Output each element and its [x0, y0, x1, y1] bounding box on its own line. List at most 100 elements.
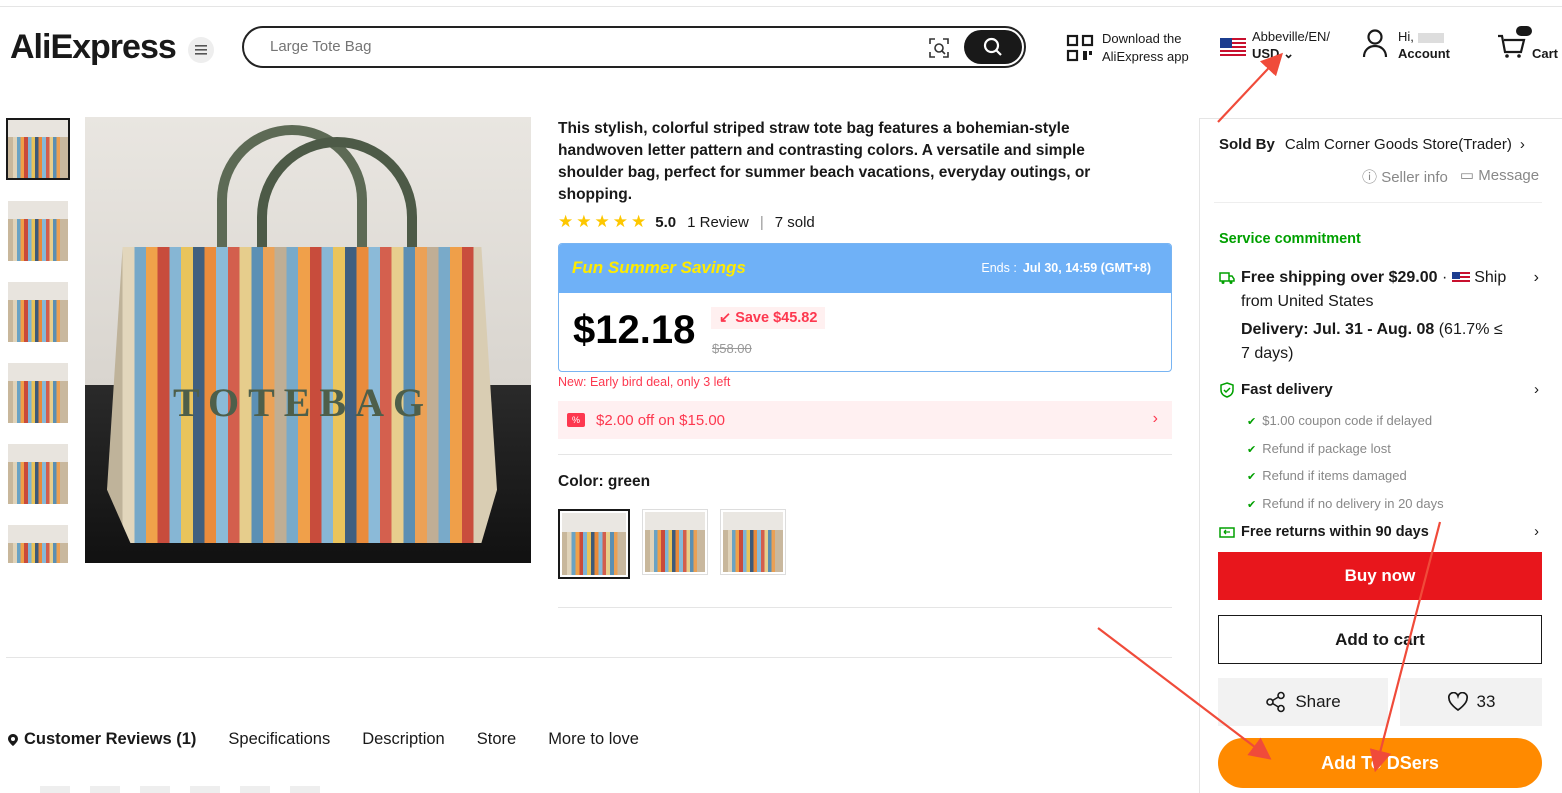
checkmark-icon: ✔	[1247, 498, 1257, 511]
guarantee-list: ✔ $1.00 coupon code if delayed ✔ Refund if…	[1247, 408, 1444, 518]
bag-lettering: TOTEBAG	[173, 380, 434, 425]
delivery-days: 7 days)	[1241, 345, 1294, 362]
thumbnail-6[interactable]	[8, 525, 68, 563]
shipping-info[interactable]: Free shipping over $29.00 · Ship from Un…	[1219, 266, 1539, 366]
chevron-right-icon: ›	[1519, 136, 1525, 153]
list-item: ✔ $1.00 coupon code if delayed	[1247, 408, 1444, 436]
checkmark-icon: ✔	[1247, 443, 1257, 456]
fast-delivery-row[interactable]: Fast delivery ›	[1219, 381, 1539, 398]
thumbnail-3[interactable]	[8, 282, 68, 342]
chevron-right-icon: ›	[1534, 381, 1539, 398]
region-selector[interactable]: Abbeville/EN/USD ⌄	[1220, 28, 1330, 62]
swatch-green[interactable]	[558, 509, 630, 579]
current-price: $12.18	[573, 308, 696, 352]
search-icon	[983, 37, 1002, 56]
location-pin-icon	[8, 733, 18, 746]
cart-link[interactable]: Cart	[1496, 26, 1559, 65]
thumbnail-2[interactable]	[8, 201, 68, 261]
chevron-right-icon: ›	[1534, 524, 1539, 540]
hamburger-icon	[195, 45, 207, 55]
review-count-link[interactable]: 1 Review	[687, 214, 749, 231]
image-search-icon[interactable]	[928, 37, 950, 59]
shield-check-icon	[1220, 381, 1234, 398]
free-shipping-text: Free shipping over $29.00	[1241, 269, 1438, 286]
chevron-right-icon: ›	[1533, 269, 1539, 286]
aliexpress-logo[interactable]: AliExpress	[10, 28, 177, 67]
truck-icon	[1219, 272, 1235, 284]
share-icon	[1266, 691, 1286, 713]
tab-customer-reviews[interactable]: Customer Reviews (1)	[8, 730, 196, 749]
swatch-option-2[interactable]	[642, 509, 708, 575]
color-label: Color: green	[558, 473, 651, 490]
original-price: $58.00	[712, 341, 752, 356]
buy-now-button[interactable]: Buy now	[1218, 552, 1542, 600]
sold-by-label: Sold By	[1219, 136, 1275, 153]
us-flag-icon	[1451, 271, 1470, 284]
save-badge: ↙ Save $45.82	[711, 307, 826, 329]
tab-description[interactable]: Description	[362, 730, 445, 749]
tab-specifications[interactable]: Specifications	[228, 730, 330, 749]
swatch-option-3[interactable]	[720, 509, 786, 575]
thumbnail-strip	[6, 118, 70, 563]
divider: |	[759, 213, 764, 231]
search-bar	[242, 26, 1026, 68]
promo-price-box: Fun Summer Savings Ends : Jul 30, 14:59 (…	[558, 243, 1172, 372]
seller-info-label: Seller info	[1381, 169, 1448, 186]
cart-label: Cart	[1532, 46, 1559, 61]
star-icon: ★	[612, 212, 628, 231]
star-icon: ★	[558, 212, 574, 231]
ends-label: Ends :	[981, 261, 1017, 275]
add-to-dsers-button[interactable]: Add To DSers	[1218, 738, 1542, 788]
seller-info-link[interactable]: ⓘ Seller info	[1362, 166, 1448, 187]
blurred-content	[40, 786, 340, 793]
share-label: Share	[1295, 692, 1341, 711]
thumbnail-5[interactable]	[8, 444, 68, 504]
message-link[interactable]: ▭ Message	[1460, 166, 1539, 187]
message-icon: ▭	[1459, 167, 1475, 184]
promo-title: Fun Summer Savings	[572, 258, 746, 277]
free-returns-row[interactable]: Free returns within 90 days ›	[1219, 524, 1539, 540]
checkmark-icon: ✔	[1247, 416, 1257, 428]
divider	[6, 657, 1172, 658]
annotation-arrow	[1217, 52, 1284, 123]
wishlist-count: 33	[1476, 692, 1496, 711]
coupon-text: $2.00 off on $15.00	[596, 411, 726, 429]
promo-ends: Ends : Jul 30, 14:59 (GMT+8)	[981, 261, 1151, 275]
heart-icon	[1447, 692, 1468, 712]
thumbnail-4[interactable]	[8, 363, 68, 423]
sold-count: 7 sold	[774, 213, 815, 231]
download-app-link[interactable]: Download the AliExpress app	[1066, 30, 1189, 66]
checkmark-icon: ✔	[1247, 471, 1257, 483]
menu-button[interactable]	[188, 37, 214, 63]
greeting: Hi,	[1398, 29, 1414, 44]
region-line1: Abbeville/EN/	[1252, 29, 1331, 44]
add-to-cart-button[interactable]: Add to cart	[1218, 615, 1542, 664]
search-input[interactable]	[270, 38, 870, 55]
product-tabs: Customer Reviews (1) Specifications Desc…	[8, 730, 639, 749]
rating-score: 5.0	[655, 213, 677, 231]
thumbnail-1[interactable]	[6, 118, 70, 180]
coupon-banner[interactable]: % $2.00 off on $15.00 ›	[558, 401, 1172, 439]
star-icon: ★	[631, 212, 647, 231]
wishlist-button[interactable]: 33	[1400, 678, 1542, 726]
info-icon: ⓘ	[1362, 169, 1378, 186]
fast-delivery-label: Fast delivery	[1241, 381, 1333, 398]
guarantee-text: Refund if no delivery in 20 days	[1262, 495, 1444, 511]
account-menu[interactable]: Hi, Account	[1362, 28, 1450, 62]
product-main-image[interactable]: TOTEBAG	[85, 117, 531, 563]
share-button[interactable]: Share	[1218, 678, 1388, 726]
sold-by-row[interactable]: Sold By Calm Corner Goods Store(Trader) ›	[1219, 136, 1525, 153]
ship-word: Ship	[1474, 269, 1507, 286]
search-button[interactable]	[964, 30, 1022, 64]
divider	[1214, 202, 1542, 203]
tab-label: Customer Reviews (1)	[24, 730, 197, 748]
us-flag-icon	[1220, 38, 1246, 56]
tab-store[interactable]: Store	[477, 730, 516, 749]
guarantee-text: Refund if items damaged	[1262, 468, 1407, 483]
divider	[558, 454, 1172, 455]
return-box-icon	[1219, 527, 1235, 538]
top-divider	[0, 6, 1562, 7]
tab-more-to-love[interactable]: More to love	[548, 730, 639, 749]
product-title: This stylish, colorful striped straw tot…	[558, 120, 1091, 203]
list-item: ✔ Refund if items damaged	[1247, 463, 1444, 491]
